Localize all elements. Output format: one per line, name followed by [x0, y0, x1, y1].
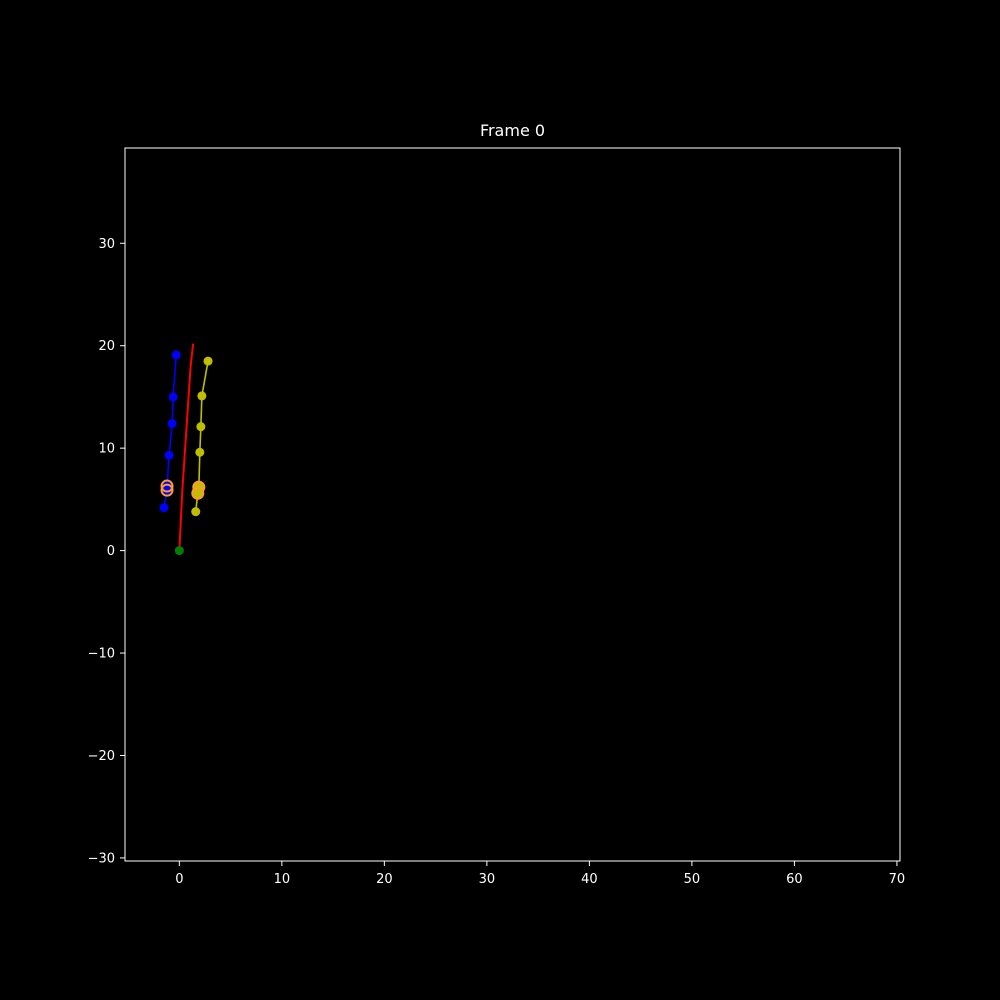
series-2-line — [178, 343, 195, 551]
chart-canvas: Frame 0 0 10 20 30 40 50 60 70 −30 −20 −10 0 10 20 30 — [88, 121, 906, 887]
x-tick-label: 40 — [581, 872, 598, 887]
x-tick-label: 50 — [684, 872, 701, 887]
x-tick-label: 60 — [786, 872, 803, 887]
axes-frame — [124, 147, 901, 862]
y-tick-label: 0 — [107, 544, 115, 559]
highlight-1-point — [191, 486, 205, 500]
series-1-point — [203, 356, 213, 366]
series-3-point — [174, 546, 184, 556]
y-axis: −30 −20 −10 0 10 20 30 — [88, 237, 125, 866]
y-tick-label: 20 — [98, 339, 115, 354]
x-axis: 0 10 20 30 40 50 60 70 — [175, 861, 905, 887]
series-0-point — [171, 350, 181, 360]
y-tick-label: −10 — [88, 647, 115, 662]
series-1-point — [195, 447, 205, 457]
series-1-point — [196, 422, 206, 432]
series-0-point — [159, 503, 169, 513]
x-tick-label: 70 — [889, 872, 906, 887]
y-tick-label: 30 — [98, 237, 115, 252]
series-1-point — [197, 391, 207, 401]
series-0-point — [164, 450, 174, 460]
x-tick-label: 30 — [479, 872, 496, 887]
x-tick-label: 10 — [274, 872, 291, 887]
chart-title: Frame 0 — [480, 121, 545, 140]
series-layer — [159, 343, 213, 556]
y-tick-label: −20 — [88, 749, 115, 764]
series-1-point — [191, 507, 201, 517]
series-0-point — [167, 419, 177, 429]
series-0-point — [168, 392, 178, 402]
y-tick-label: −30 — [88, 851, 115, 866]
y-tick-label: 10 — [98, 442, 115, 457]
x-tick-label: 20 — [376, 872, 393, 887]
x-tick-label: 0 — [175, 872, 183, 887]
